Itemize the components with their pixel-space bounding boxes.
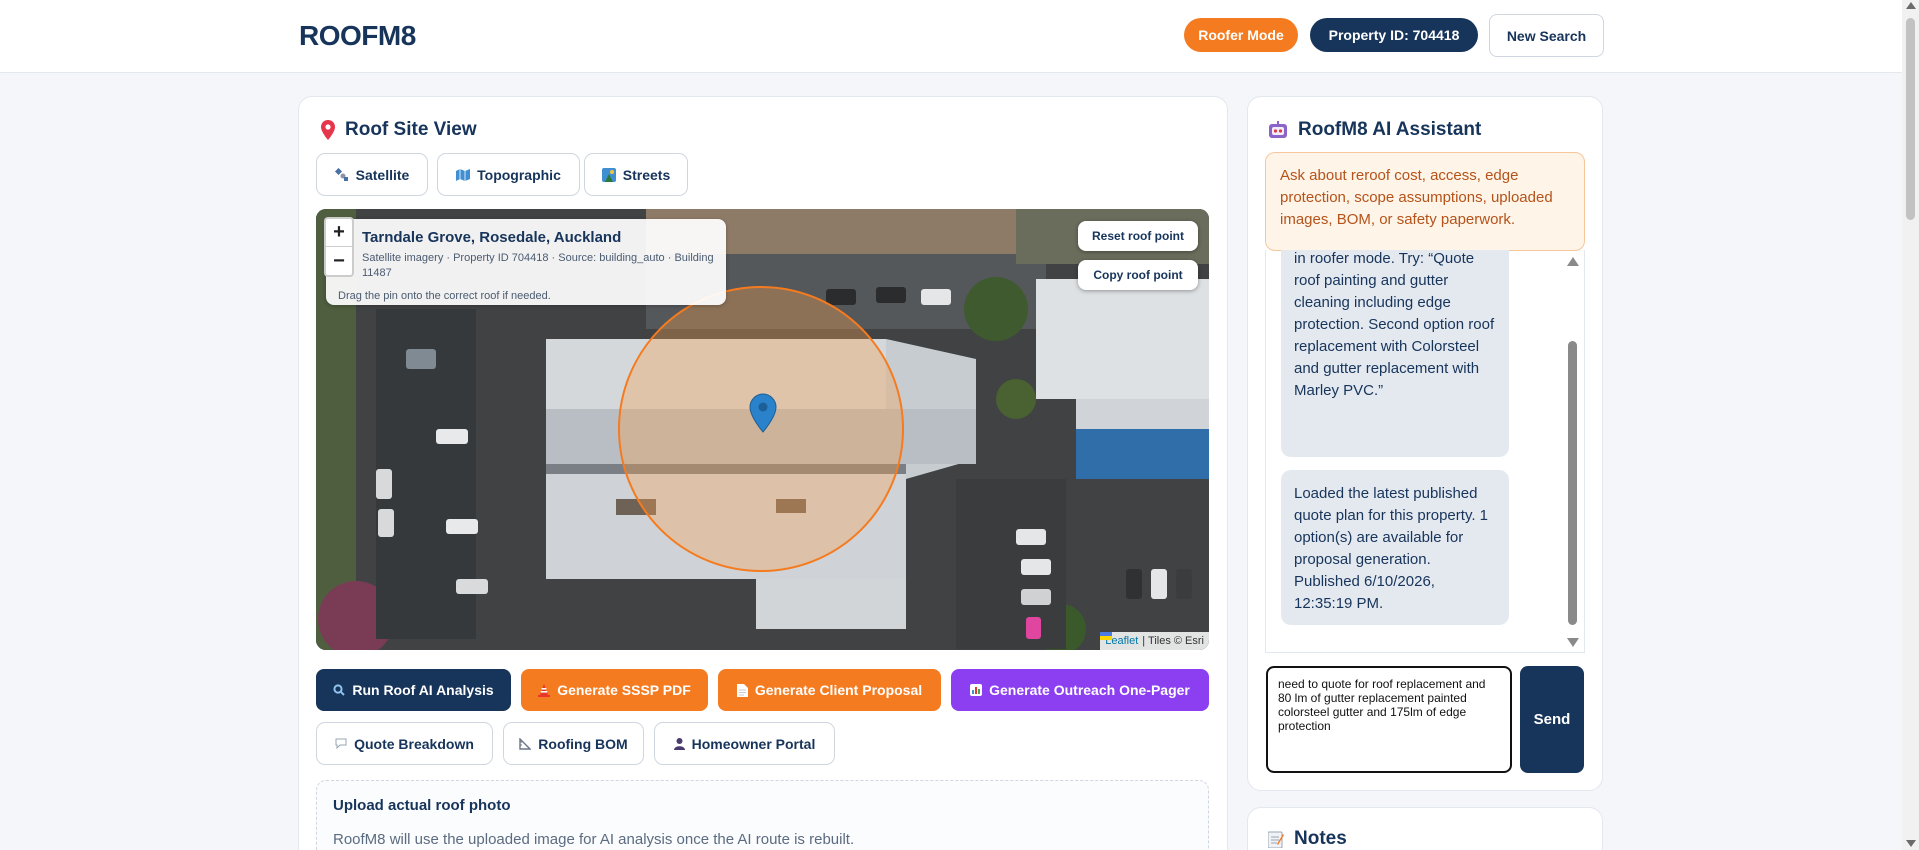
tab-topographic-label: Topographic <box>477 166 561 183</box>
chat-scrollbar-thumb[interactable] <box>1568 341 1577 625</box>
generate-sssp-pdf-label: Generate SSSP PDF <box>557 682 691 698</box>
ukraine-flag-icon <box>1100 632 1113 640</box>
person-icon <box>673 737 685 750</box>
map-address: Tarndale Grove, Rosedale, Auckland <box>362 229 622 246</box>
safety-cone-icon <box>538 683 551 697</box>
generate-outreach-one-pager-label: Generate Outreach One-Pager <box>989 682 1190 698</box>
ruler-icon <box>519 737 532 750</box>
tab-streets-label: Streets <box>622 166 671 183</box>
assistant-hint: Ask about reroof cost, access, edge prot… <box>1265 152 1585 251</box>
chat-scroll-up-icon[interactable] <box>1567 257 1579 266</box>
site-view-heading: Roof Site View <box>321 119 477 141</box>
new-search-button[interactable]: New Search <box>1489 14 1604 57</box>
document-icon <box>736 683 748 697</box>
assistant-message: Loaded the latest published quote plan f… <box>1281 470 1509 625</box>
notes-heading: Notes <box>1268 828 1347 850</box>
homeowner-portal-label: Homeowner Portal <box>691 735 816 752</box>
ai-assistant-heading: RoofM8 AI Assistant <box>1268 119 1481 141</box>
speech-bubble-icon <box>335 738 347 749</box>
generate-client-proposal-button[interactable]: Generate Client Proposal <box>718 669 941 711</box>
run-roof-ai-analysis-label: Run Roof AI Analysis <box>352 682 494 698</box>
site-view-title: Roof Site View <box>345 119 477 140</box>
roofing-bom-label: Roofing BOM <box>538 735 628 752</box>
satellite-map[interactable]: Tarndale Grove, Rosedale, Auckland Satel… <box>316 209 1209 650</box>
property-id-badge: Property ID: 704418 <box>1310 18 1478 52</box>
map-info-panel: Tarndale Grove, Rosedale, Auckland Satel… <box>326 219 726 305</box>
map-pin-icon <box>321 120 335 140</box>
roofing-bom-button[interactable]: Roofing BOM <box>503 722 644 765</box>
scrollbar-thumb[interactable] <box>1906 18 1915 220</box>
zoom-control: + − <box>324 217 354 277</box>
map-icon <box>456 168 471 181</box>
chat-scroll-down-icon[interactable] <box>1567 638 1579 647</box>
generate-outreach-one-pager-button[interactable]: Generate Outreach One-Pager <box>951 669 1209 711</box>
tab-satellite[interactable]: Satellite <box>316 153 428 196</box>
upload-title: Upload actual roof photo <box>333 797 511 814</box>
tiles-attribution: | Tiles © Esri <box>1142 635 1204 647</box>
notes-title: Notes <box>1294 828 1347 849</box>
generate-sssp-pdf-button[interactable]: Generate SSSP PDF <box>521 669 708 711</box>
ai-assistant-title: RoofM8 AI Assistant <box>1298 119 1482 140</box>
assistant-message: in roofer mode. Try: “Quote roof paintin… <box>1281 250 1509 457</box>
scroll-up-arrow-icon[interactable] <box>1906 2 1916 9</box>
map-drag-hint: Drag the pin onto the correct roof if ne… <box>338 290 551 302</box>
chat-message-input[interactable]: need to quote for roof replacement and 8… <box>1266 666 1512 773</box>
generate-client-proposal-label: Generate Client Proposal <box>754 682 923 698</box>
run-roof-ai-analysis-button[interactable]: Run Roof AI Analysis <box>316 669 511 711</box>
chart-icon <box>970 684 983 696</box>
app-logo[interactable]: ROOFM8 <box>299 20 416 52</box>
zoom-out-button[interactable]: − <box>326 247 352 275</box>
upload-description: RoofM8 will use the uploaded image for A… <box>333 831 855 848</box>
robot-icon <box>1269 121 1287 138</box>
roofer-mode-badge[interactable]: Roofer Mode <box>1184 18 1298 52</box>
tab-satellite-label: Satellite <box>355 166 410 183</box>
chat-scrollbar[interactable] <box>1564 254 1581 650</box>
send-button[interactable]: Send <box>1520 666 1584 773</box>
map-meta: Satellite imagery · Property ID 704418 ·… <box>362 252 714 279</box>
upload-roof-photo-panel[interactable]: Upload actual roof photo RoofM8 will use… <box>316 780 1209 850</box>
homeowner-portal-button[interactable]: Homeowner Portal <box>654 722 835 765</box>
quote-breakdown-label: Quote Breakdown <box>354 735 474 752</box>
satellite-icon <box>334 167 348 181</box>
reset-roof-point-button[interactable]: Reset roof point <box>1078 221 1198 251</box>
quote-breakdown-button[interactable]: Quote Breakdown <box>316 722 493 765</box>
notepad-icon <box>1268 831 1284 848</box>
chat-messages[interactable]: in roofer mode. Try: “Quote roof paintin… <box>1265 250 1585 653</box>
search-icon <box>333 684 346 696</box>
map-attribution: Leaflet | Tiles © Esri <box>1100 632 1209 650</box>
zoom-in-button[interactable]: + <box>326 219 352 247</box>
scroll-down-arrow-icon[interactable] <box>1906 840 1916 847</box>
page-scrollbar[interactable] <box>1902 0 1919 850</box>
copy-roof-point-button[interactable]: Copy roof point <box>1078 260 1198 290</box>
tab-streets[interactable]: Streets <box>584 153 688 196</box>
tab-topographic[interactable]: Topographic <box>437 153 580 196</box>
top-bar: ROOFM8 Roofer Mode Property ID: 704418 N… <box>0 0 1902 73</box>
street-map-icon <box>601 167 616 182</box>
